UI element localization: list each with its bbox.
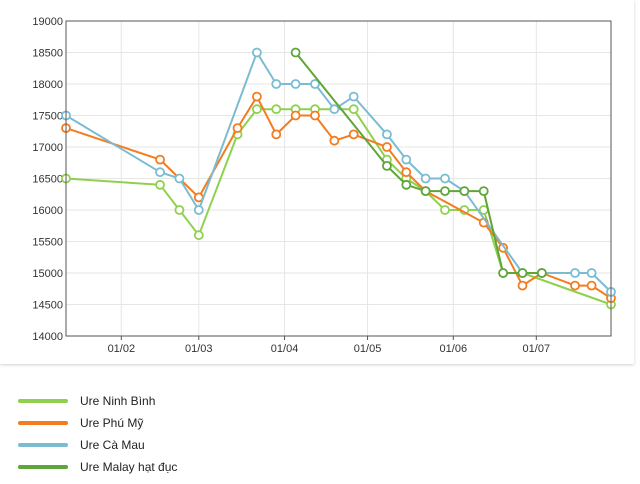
data-point	[310, 110, 320, 121]
data-point	[586, 280, 597, 291]
data-point	[498, 268, 509, 278]
data-point	[536, 268, 547, 278]
data-point	[401, 179, 412, 190]
series-line	[65, 95, 612, 300]
legend-label: Ure Malay hạt đục	[80, 460, 178, 474]
data-point	[517, 280, 528, 291]
y-tick-label: 15000	[32, 268, 63, 280]
data-point	[382, 129, 392, 140]
legend: Ure Ninh Bình Ure Phú Mỹ Ure Cà Mau Ure …	[18, 390, 177, 478]
legend-swatch	[18, 443, 68, 447]
y-tick-label: 14000	[32, 331, 63, 343]
x-tick-label: 01/02	[108, 343, 136, 355]
legend-item-ure-phu-my[interactable]: Ure Phú Mỹ	[18, 412, 177, 434]
data-point	[570, 280, 580, 291]
data-point	[401, 167, 412, 178]
legend-item-ure-ninh-binh[interactable]: Ure Ninh Bình	[18, 390, 177, 412]
y-tick-label: 19000	[32, 16, 63, 28]
legend-label: Ure Phú Mỹ	[80, 416, 144, 430]
data-point	[174, 205, 185, 215]
legend-label: Ure Ninh Bình	[80, 394, 156, 408]
data-point	[193, 205, 204, 215]
legend-swatch	[18, 399, 68, 403]
data-point	[420, 186, 431, 197]
data-point	[348, 104, 359, 115]
data-point	[517, 268, 528, 278]
y-tick-label: 16000	[32, 205, 63, 217]
y-tick-label: 18500	[32, 48, 63, 60]
legend-label: Ure Cà Mau	[80, 438, 145, 452]
data-point	[174, 173, 185, 184]
y-tick-label: 16500	[32, 174, 63, 186]
y-tick-label: 17500	[32, 111, 63, 123]
data-point	[193, 230, 204, 241]
x-tick-label: 01/03	[185, 343, 213, 355]
line-chart: 14000 14500 15000 15500 16000 16500 17000 17500…	[32, 16, 616, 355]
data-point	[290, 110, 301, 121]
series-group	[61, 104, 616, 310]
legend-swatch	[18, 421, 68, 425]
legend-item-ure-ca-mau[interactable]: Ure Cà Mau	[18, 434, 177, 456]
data-point	[586, 268, 597, 278]
data-point	[440, 173, 450, 184]
y-tick-label: 17000	[32, 142, 63, 154]
chart-card: 14000 14500 15000 15500 16000 16500 17000 17500…	[0, 0, 634, 364]
data-point	[570, 268, 580, 278]
data-point	[232, 123, 243, 134]
data-point	[290, 79, 301, 89]
series-group	[61, 47, 616, 297]
x-tick-label: 01/05	[354, 343, 382, 355]
data-point	[382, 160, 392, 171]
data-point	[440, 186, 450, 197]
data-point	[329, 104, 340, 115]
data-point	[348, 129, 359, 140]
data-point	[382, 142, 392, 152]
series-group	[290, 47, 547, 278]
legend-item-ure-malay-hat-duc[interactable]: Ure Malay hạt đục	[18, 456, 177, 478]
data-point	[271, 79, 282, 89]
legend-swatch	[18, 465, 68, 469]
x-axis-ticks: 01/02 01/03 01/04 01/05 01/06 01/07	[108, 336, 551, 355]
x-tick-label: 01/04	[271, 343, 299, 355]
x-tick-label: 01/06	[440, 343, 468, 355]
data-point	[459, 186, 470, 197]
y-tick-label: 14500	[32, 300, 63, 312]
data-point	[440, 205, 450, 215]
data-point	[401, 154, 412, 165]
y-axis-ticks: 14000 14500 15000 15500 16000 16500 17000 17500…	[32, 16, 63, 343]
y-tick-label: 18000	[32, 79, 63, 91]
data-point	[478, 186, 489, 197]
data-point	[348, 91, 359, 102]
data-point	[329, 135, 340, 146]
data-point	[420, 173, 431, 184]
data-point	[155, 154, 165, 165]
data-point	[251, 91, 262, 102]
grid-lines	[66, 20, 611, 337]
series-line	[65, 51, 612, 293]
data-point	[251, 104, 262, 115]
x-tick-label: 01/07	[523, 343, 551, 355]
series-group	[61, 91, 616, 304]
data-point	[290, 47, 301, 58]
data-point	[251, 47, 262, 58]
data-point	[155, 179, 165, 190]
y-tick-label: 15500	[32, 237, 63, 249]
series-line	[294, 51, 542, 274]
data-point	[271, 104, 282, 115]
data-point	[155, 167, 165, 178]
data-point	[271, 129, 282, 140]
